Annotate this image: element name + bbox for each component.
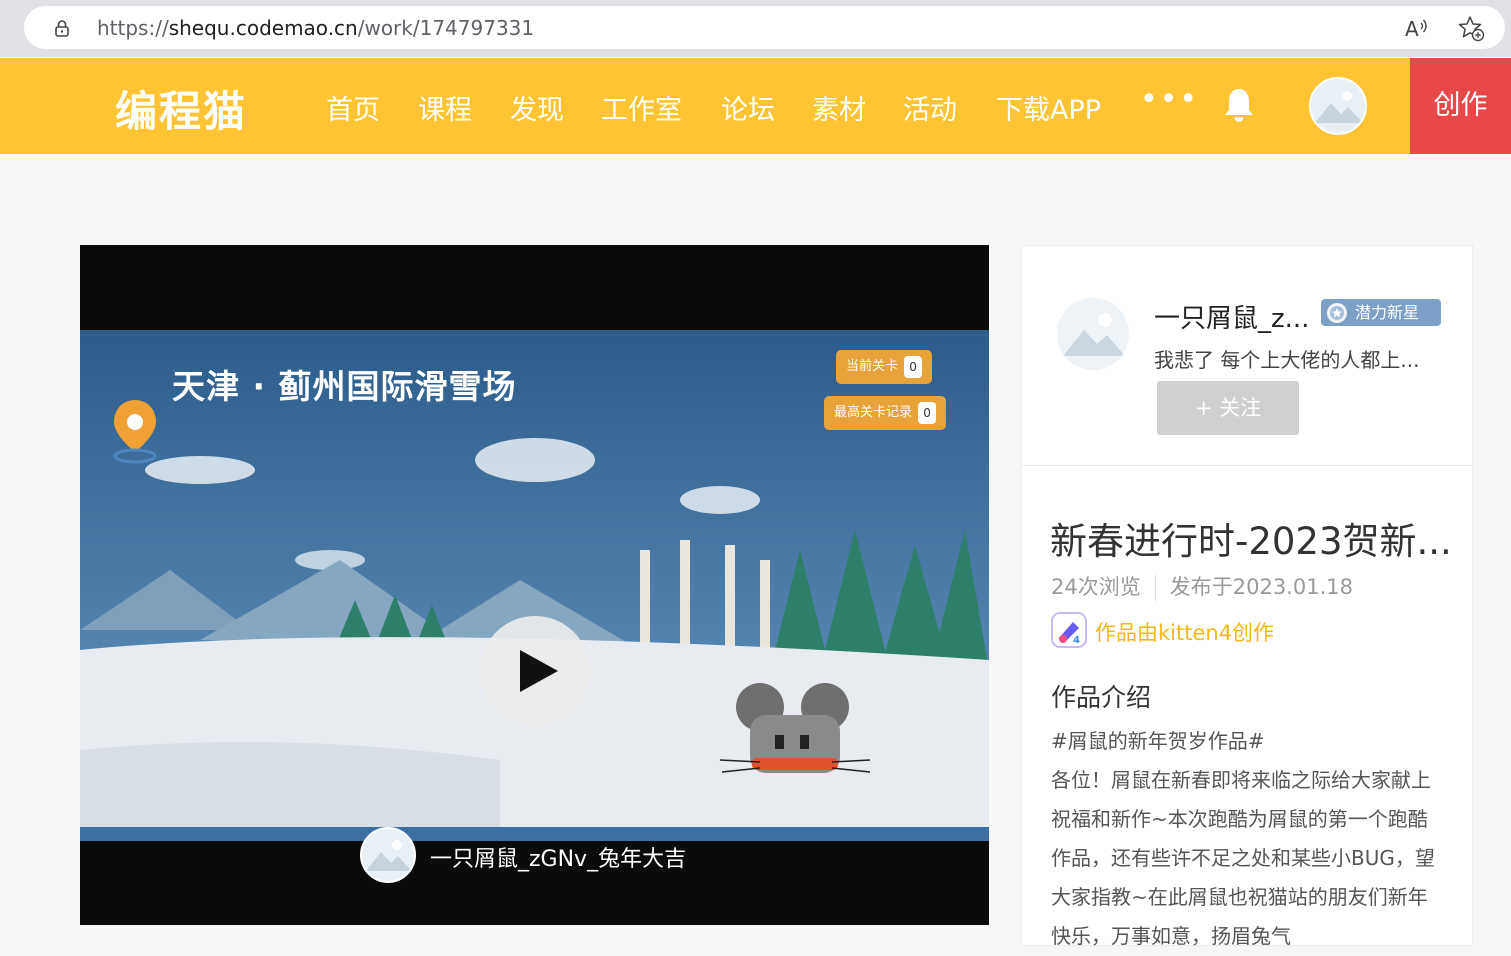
- read-aloud-icon[interactable]: A: [1404, 15, 1430, 41]
- medal-icon: [1327, 303, 1347, 323]
- url-domain: shequ.codemao.cn: [168, 16, 358, 40]
- browser-toolbar: https://shequ.codemao.cn/work/174797331 …: [0, 0, 1511, 57]
- nav-forum[interactable]: 论坛: [721, 88, 775, 127]
- create-button[interactable]: 创作: [1410, 58, 1511, 154]
- hud-best-level: 最高关卡记录 0: [824, 396, 947, 430]
- view-count: 24次浏览: [1051, 575, 1141, 599]
- status-badge: 潜力新星: [1321, 299, 1441, 326]
- author-card: 一只屑鼠_z... 潜力新星 我悲了 每个上大佬的人都上... + 关注: [1021, 245, 1473, 466]
- scene-title: 天津 · 蓟州国际滑雪场: [172, 367, 517, 406]
- favorite-add-icon[interactable]: [1457, 14, 1485, 42]
- follow-button[interactable]: + 关注: [1157, 381, 1299, 435]
- game-preview-scene: 天津 · 蓟州国际滑雪场 当前关卡 0 最高关卡记录 0: [80, 330, 989, 841]
- svg-text:A: A: [1405, 17, 1419, 41]
- site-header: 编程猫 首页 课程 发现 工作室 论坛 素材 活动 下载APP ••• 创作: [0, 58, 1511, 154]
- play-icon: [520, 650, 558, 692]
- nav-discover[interactable]: 发现: [510, 88, 564, 127]
- author-name[interactable]: 一只屑鼠_z...: [1154, 298, 1309, 335]
- author-avatar[interactable]: [1057, 298, 1129, 370]
- work-meta: 24次浏览 发布于2023.01.18: [1051, 571, 1353, 601]
- player-author-name[interactable]: 一只屑鼠_zGNv_兔年大吉: [430, 841, 686, 873]
- more-menu-button[interactable]: •••: [1140, 82, 1199, 117]
- hud-current-level: 当前关卡 0: [836, 350, 933, 384]
- publish-date: 发布于2023.01.18: [1169, 575, 1353, 599]
- author-bio: 我悲了 每个上大佬的人都上...: [1154, 348, 1420, 372]
- creation-tool-text[interactable]: 作品由kitten4创作: [1095, 617, 1274, 647]
- bell-icon[interactable]: [1222, 86, 1256, 124]
- lock-icon[interactable]: [52, 18, 72, 38]
- user-avatar[interactable]: [1309, 77, 1367, 135]
- work-player[interactable]: 天津 · 蓟州国际滑雪场 当前关卡 0 最高关卡记录 0 一只屑鼠_zGNv_兔年大…: [80, 245, 989, 925]
- nav-studio[interactable]: 工作室: [601, 88, 682, 127]
- nav-download-app[interactable]: 下载APP: [996, 88, 1101, 127]
- work-info-card: 新春进行时-2023贺新... 24次浏览 发布于2023.01.18 4 作品由…: [1021, 466, 1473, 948]
- hud-best-label: 最高关卡记录: [834, 405, 913, 420]
- nav-events[interactable]: 活动: [903, 88, 957, 127]
- badge-label: 潜力新星: [1355, 303, 1420, 322]
- player-author-avatar[interactable]: [360, 827, 416, 883]
- site-logo[interactable]: 编程猫: [115, 78, 247, 139]
- hud-current-value: 0: [904, 355, 923, 378]
- url-text[interactable]: https://shequ.codemao.cn/work/174797331: [97, 16, 534, 40]
- nav-courses[interactable]: 课程: [418, 88, 472, 127]
- hud-best-value: 0: [918, 401, 937, 424]
- play-button[interactable]: [480, 616, 590, 726]
- address-bar[interactable]: https://shequ.codemao.cn/work/174797331 …: [24, 6, 1505, 49]
- meta-divider: [1154, 575, 1156, 601]
- work-title: 新春进行时-2023贺新...: [1050, 520, 1452, 563]
- intro-body: #屑鼠的新年贺岁作品# 各位！屑鼠在新春即将来临之际给大家献上祝福和新作~本次跑…: [1051, 729, 1435, 948]
- url-path: /work/174797331: [357, 16, 535, 40]
- nav-home[interactable]: 首页: [326, 88, 380, 127]
- intro-heading: 作品介绍: [1051, 683, 1152, 712]
- url-prefix: https://: [97, 16, 169, 40]
- hud-current-label: 当前关卡: [846, 359, 899, 374]
- nav-materials[interactable]: 素材: [812, 88, 866, 127]
- kitten4-icon: 4: [1051, 612, 1087, 648]
- svg-text:4: 4: [1073, 635, 1080, 646]
